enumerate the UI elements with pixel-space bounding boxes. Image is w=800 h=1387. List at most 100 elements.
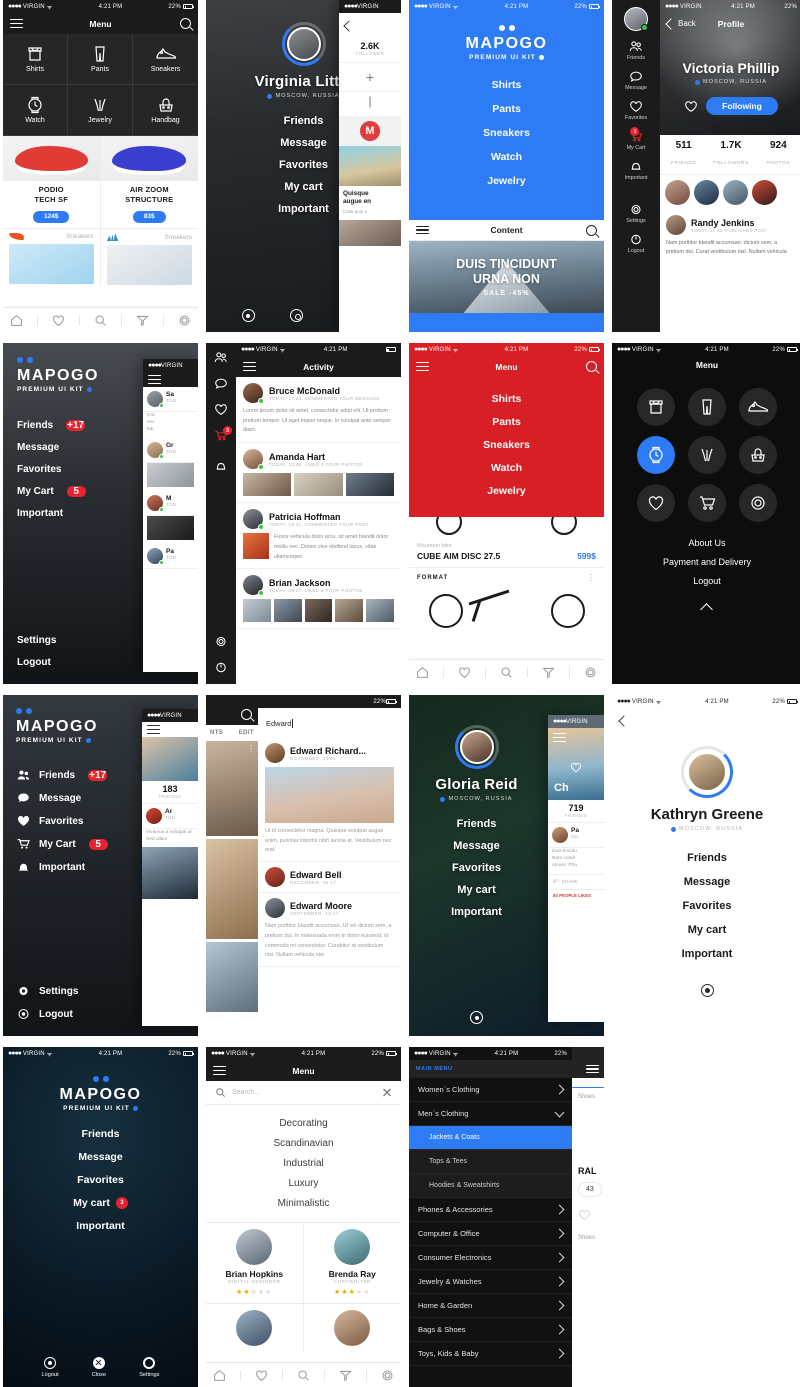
menu-item-watch[interactable]: Watch: [491, 151, 522, 163]
search-icon[interactable]: [586, 224, 597, 236]
category-sneakers[interactable]: Sneakers: [133, 34, 198, 85]
heart-icon[interactable]: [570, 762, 582, 773]
menu-item-watch[interactable]: Watch: [491, 462, 522, 474]
stat-photos[interactable]: 924 PHOTOS: [755, 135, 800, 174]
person-card[interactable]: Brian Hopkins DIGITAL DESIGNER ★★★★★: [206, 1223, 304, 1304]
link-minimalistic[interactable]: Minimalistic: [278, 1198, 330, 1209]
menu-icon[interactable]: [586, 1064, 599, 1074]
bell-icon[interactable]: [214, 460, 228, 473]
logout-icon[interactable]: [700, 984, 714, 997]
activity-item[interactable]: Brian Jackson TODAY, 09:27. LIKED 5 YOUR …: [236, 569, 401, 630]
result-item[interactable]: Edward Moore SEPTEMBER, 16:47 Nam porttit…: [258, 893, 401, 968]
avatar[interactable]: [665, 180, 690, 205]
menu-handbag-button[interactable]: [738, 436, 777, 474]
home-icon[interactable]: [10, 314, 23, 327]
menu-icon[interactable]: [148, 375, 161, 384]
search-icon[interactable]: [241, 709, 252, 720]
menu-item-shirts[interactable]: Shirts: [492, 79, 522, 91]
menu-settings-button[interactable]: [738, 484, 777, 522]
gallery-image[interactable]: [206, 942, 258, 1012]
menu-item-important[interactable]: Important: [278, 203, 329, 215]
more-icon[interactable]: |: [339, 92, 401, 116]
category-shirts[interactable]: Shirts: [3, 34, 68, 85]
rail-item-favorites[interactable]: Favorites: [625, 100, 647, 121]
menu-item-important[interactable]: Important: [682, 948, 733, 960]
tab-nts[interactable]: NTS: [210, 730, 223, 736]
avatar[interactable]: [147, 547, 164, 565]
menu-item-friends[interactable]: Friends: [82, 1128, 120, 1140]
rail-item-message[interactable]: Message: [625, 70, 647, 91]
menu-icon[interactable]: [416, 225, 429, 235]
product-price[interactable]: 124$: [33, 210, 70, 223]
gallery-image[interactable]: [206, 839, 258, 939]
power-icon[interactable]: [214, 661, 228, 674]
menu-icon[interactable]: [10, 19, 23, 28]
menu-item-favorites[interactable]: Favorites: [683, 900, 732, 912]
close-icon[interactable]: [382, 1088, 392, 1098]
nav-item-phones-accessories[interactable]: Phones & Accessories: [409, 1198, 572, 1222]
sidebar-item-logout[interactable]: Logout: [17, 1008, 78, 1020]
menu-item-favorites[interactable]: Favorites: [452, 862, 501, 874]
product-card[interactable]: PODIO TECH SF 124$: [3, 136, 101, 230]
more-icon[interactable]: ⋮: [587, 573, 596, 582]
filter-icon[interactable]: [542, 666, 555, 679]
menu-sneakers-button[interactable]: [738, 388, 777, 426]
menu-item-my-cart[interactable]: My cart: [284, 181, 323, 193]
sidebar-item-logout[interactable]: Logout: [17, 657, 56, 668]
menu-item-jewelry[interactable]: Jewelry: [487, 485, 526, 497]
avatar[interactable]: [146, 808, 162, 824]
avatar[interactable]: [752, 180, 777, 205]
category-watch[interactable]: Watch: [3, 85, 68, 136]
gear-icon[interactable]: [584, 666, 597, 679]
sidebar-item-settings[interactable]: Settings: [17, 985, 78, 997]
avatar[interactable]: [286, 27, 321, 61]
category-handbag[interactable]: Handbag: [133, 85, 198, 136]
avatar[interactable]: [666, 215, 686, 235]
gallery-image[interactable]: ⋮: [206, 741, 258, 836]
share-row[interactable]: ↶ SHARE: [548, 873, 604, 889]
nav-item-jewelry-watches[interactable]: Jewelry & Watches: [409, 1270, 572, 1294]
link-about-us[interactable]: About Us: [688, 538, 725, 548]
menu-item-friends[interactable]: Friends: [687, 852, 727, 864]
menu-item-message[interactable]: Message: [78, 1151, 122, 1163]
brand-card[interactable]: Sneakers: [3, 229, 101, 286]
back-button[interactable]: Back: [665, 17, 696, 30]
search-icon[interactable]: [586, 361, 597, 372]
search-icon[interactable]: [500, 666, 513, 679]
menu-item-shirts[interactable]: Shirts: [492, 393, 522, 405]
heart-icon[interactable]: [52, 314, 65, 327]
menu-item-my-cart[interactable]: My cart: [688, 924, 727, 936]
menu-jewelry-button[interactable]: [687, 436, 726, 474]
close-button[interactable]: Close: [92, 1357, 106, 1378]
avatar[interactable]: [723, 180, 748, 205]
stat-friends[interactable]: 511 FRIENDS: [660, 135, 707, 174]
following-button[interactable]: Following: [706, 97, 778, 115]
link-industrial[interactable]: Industrial: [283, 1158, 324, 1169]
menu-icon[interactable]: [243, 362, 256, 371]
menu-item-important[interactable]: Important: [451, 906, 502, 918]
person-card[interactable]: [304, 1304, 402, 1353]
filter-icon[interactable]: [339, 1369, 352, 1382]
menu-item-my-cart[interactable]: My cart: [73, 1197, 110, 1209]
search-icon[interactable]: [180, 18, 191, 29]
avatar[interactable]: [147, 391, 164, 408]
menu-item-sneakers[interactable]: Sneakers: [483, 127, 530, 139]
result-item[interactable]: Edward Bell DECEMBER, 05:17: [258, 862, 401, 894]
home-icon[interactable]: [416, 666, 429, 679]
stat-followers[interactable]: 1.7K FOLLOWERS: [707, 135, 754, 174]
person-card[interactable]: [206, 1304, 304, 1353]
rail-item-friends[interactable]: Friends: [627, 40, 645, 61]
nav-item-bags-shoes[interactable]: Bags & Shoes: [409, 1318, 572, 1342]
logout-icon[interactable]: [241, 309, 255, 322]
settings-button[interactable]: Settings: [139, 1357, 159, 1378]
search-icon[interactable]: [297, 1369, 310, 1382]
menu-icon[interactable]: [147, 725, 160, 734]
message-icon[interactable]: [214, 377, 228, 390]
chevron-up-icon[interactable]: [701, 600, 714, 613]
nav-item-computer-office[interactable]: Computer & Office: [409, 1222, 572, 1246]
nav-item-hoodies-sweatshirts[interactable]: Hoodies & Sweatshirts: [409, 1174, 572, 1198]
rail-item-my-cart[interactable]: 3 My Cart: [627, 127, 645, 151]
menu-item-pants[interactable]: Pants: [492, 416, 521, 428]
rail-item-important[interactable]: Important: [625, 160, 647, 181]
heart-icon[interactable]: [578, 1209, 591, 1221]
